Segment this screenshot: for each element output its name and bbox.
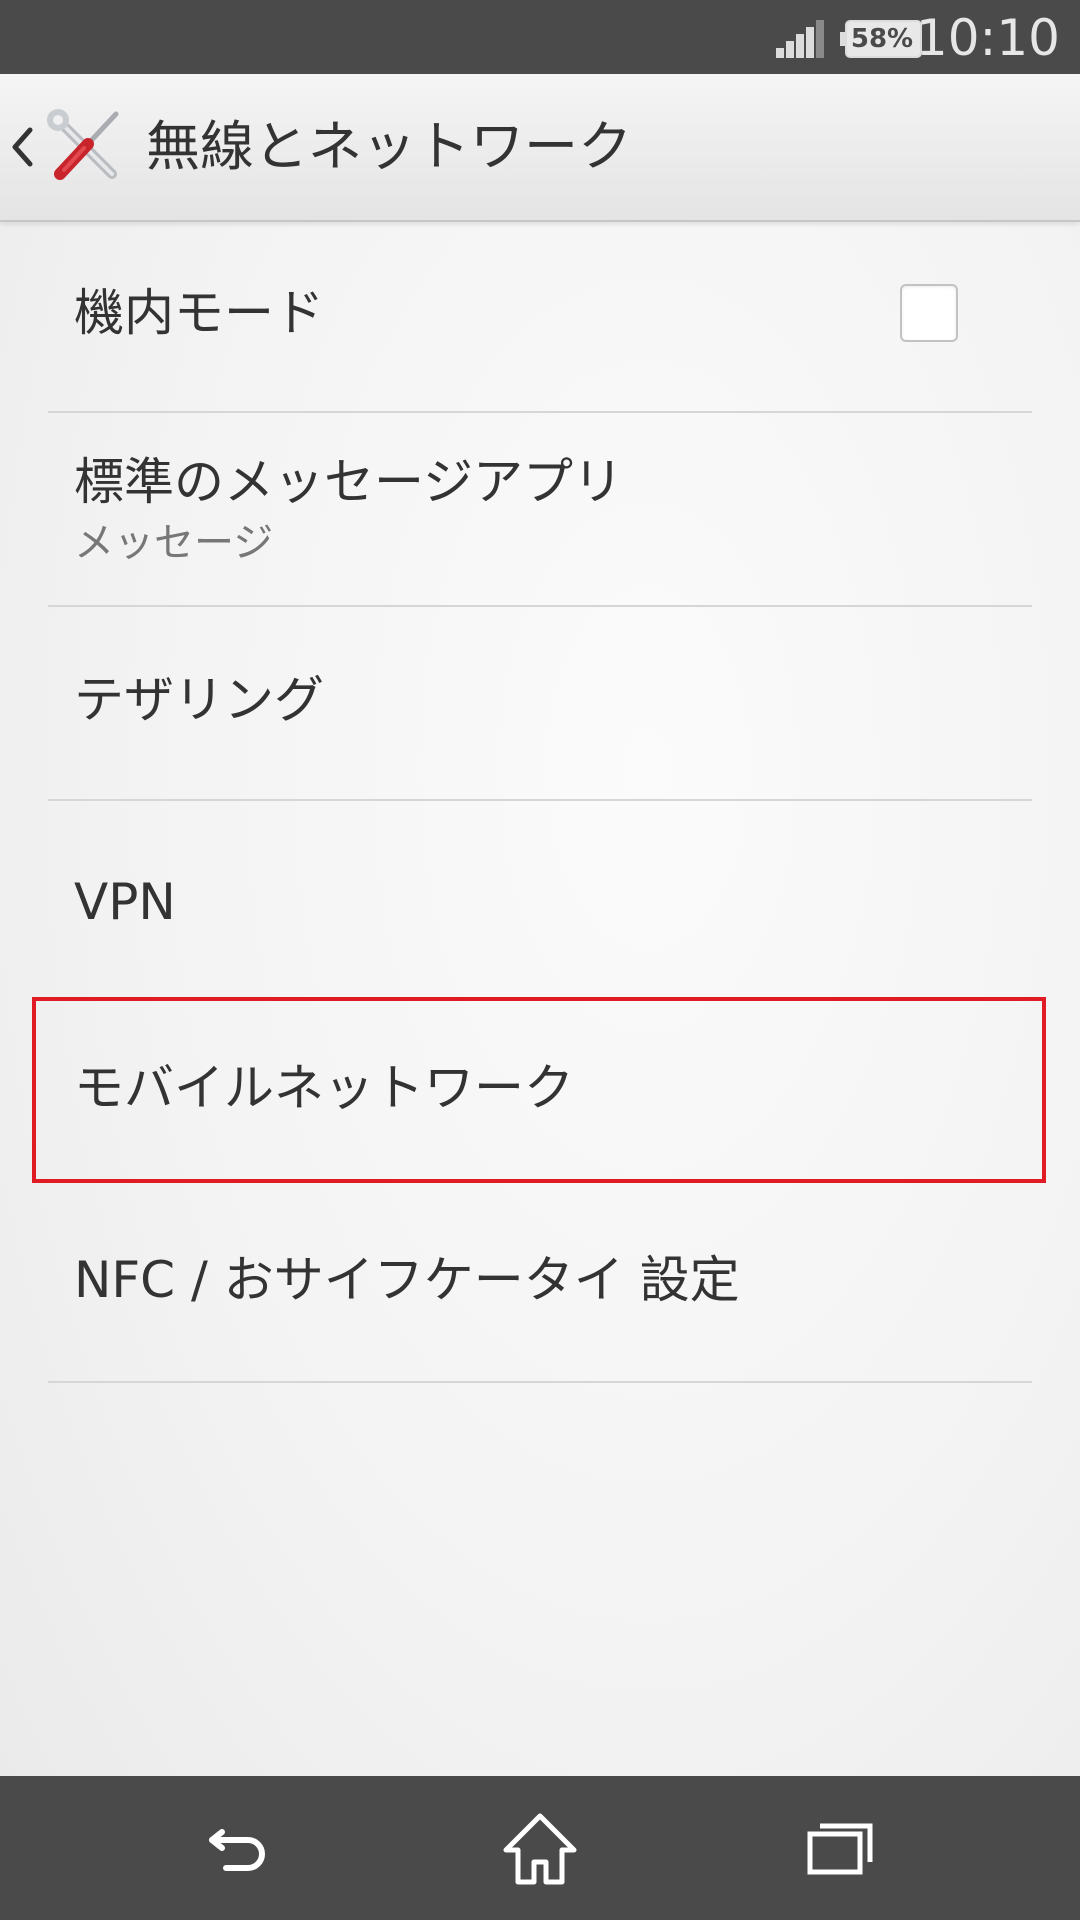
- back-icon: [209, 1829, 265, 1871]
- back-chevron-icon[interactable]: [10, 124, 34, 170]
- nfc-osaifu-label: NFC / おサイフケータイ 設定: [74, 1251, 740, 1309]
- screen: 58% 10:10 無線とネットワーク 機内モード 標準のメッセージアプリ メッ…: [0, 0, 1080, 1920]
- page-title: 無線とネットワーク: [146, 115, 632, 178]
- nav-recent-apps-button[interactable]: [730, 1776, 950, 1920]
- clock: 10:10: [915, 9, 1060, 67]
- list-item-nfc-osaifu[interactable]: NFC / おサイフケータイ 設定: [0, 1189, 1080, 1381]
- default-sms-app-label: 標準のメッセージアプリ: [74, 453, 623, 511]
- navigation-bar: [0, 1776, 1080, 1920]
- recent-apps-icon: [807, 1823, 873, 1875]
- home-icon: [503, 1813, 577, 1885]
- airplane-mode-label: 機内モード: [74, 284, 324, 342]
- default-sms-app-value: メッセージ: [74, 520, 274, 566]
- list-item-default-sms-app[interactable]: 標準のメッセージアプリ メッセージ: [0, 413, 1080, 605]
- list-item-tethering[interactable]: テザリング: [0, 607, 1080, 799]
- nav-home-button[interactable]: [430, 1776, 650, 1920]
- action-bar[interactable]: 無線とネットワーク: [0, 74, 1080, 222]
- signal-icon: [776, 20, 824, 58]
- battery-percentage: 58%: [850, 24, 914, 54]
- status-bar: 58% 10:10: [0, 0, 1080, 74]
- list-item-vpn[interactable]: VPN: [0, 801, 1080, 993]
- list-divider: [48, 1381, 1032, 1383]
- tools-icon: [47, 109, 119, 180]
- tethering-label: テザリング: [74, 671, 324, 729]
- highlight-box: [32, 997, 1046, 1183]
- vpn-label: VPN: [74, 873, 176, 931]
- nav-back-button[interactable]: [130, 1776, 350, 1920]
- airplane-mode-checkbox[interactable]: [900, 284, 958, 342]
- list-item-airplane-mode[interactable]: 機内モード: [0, 222, 1080, 412]
